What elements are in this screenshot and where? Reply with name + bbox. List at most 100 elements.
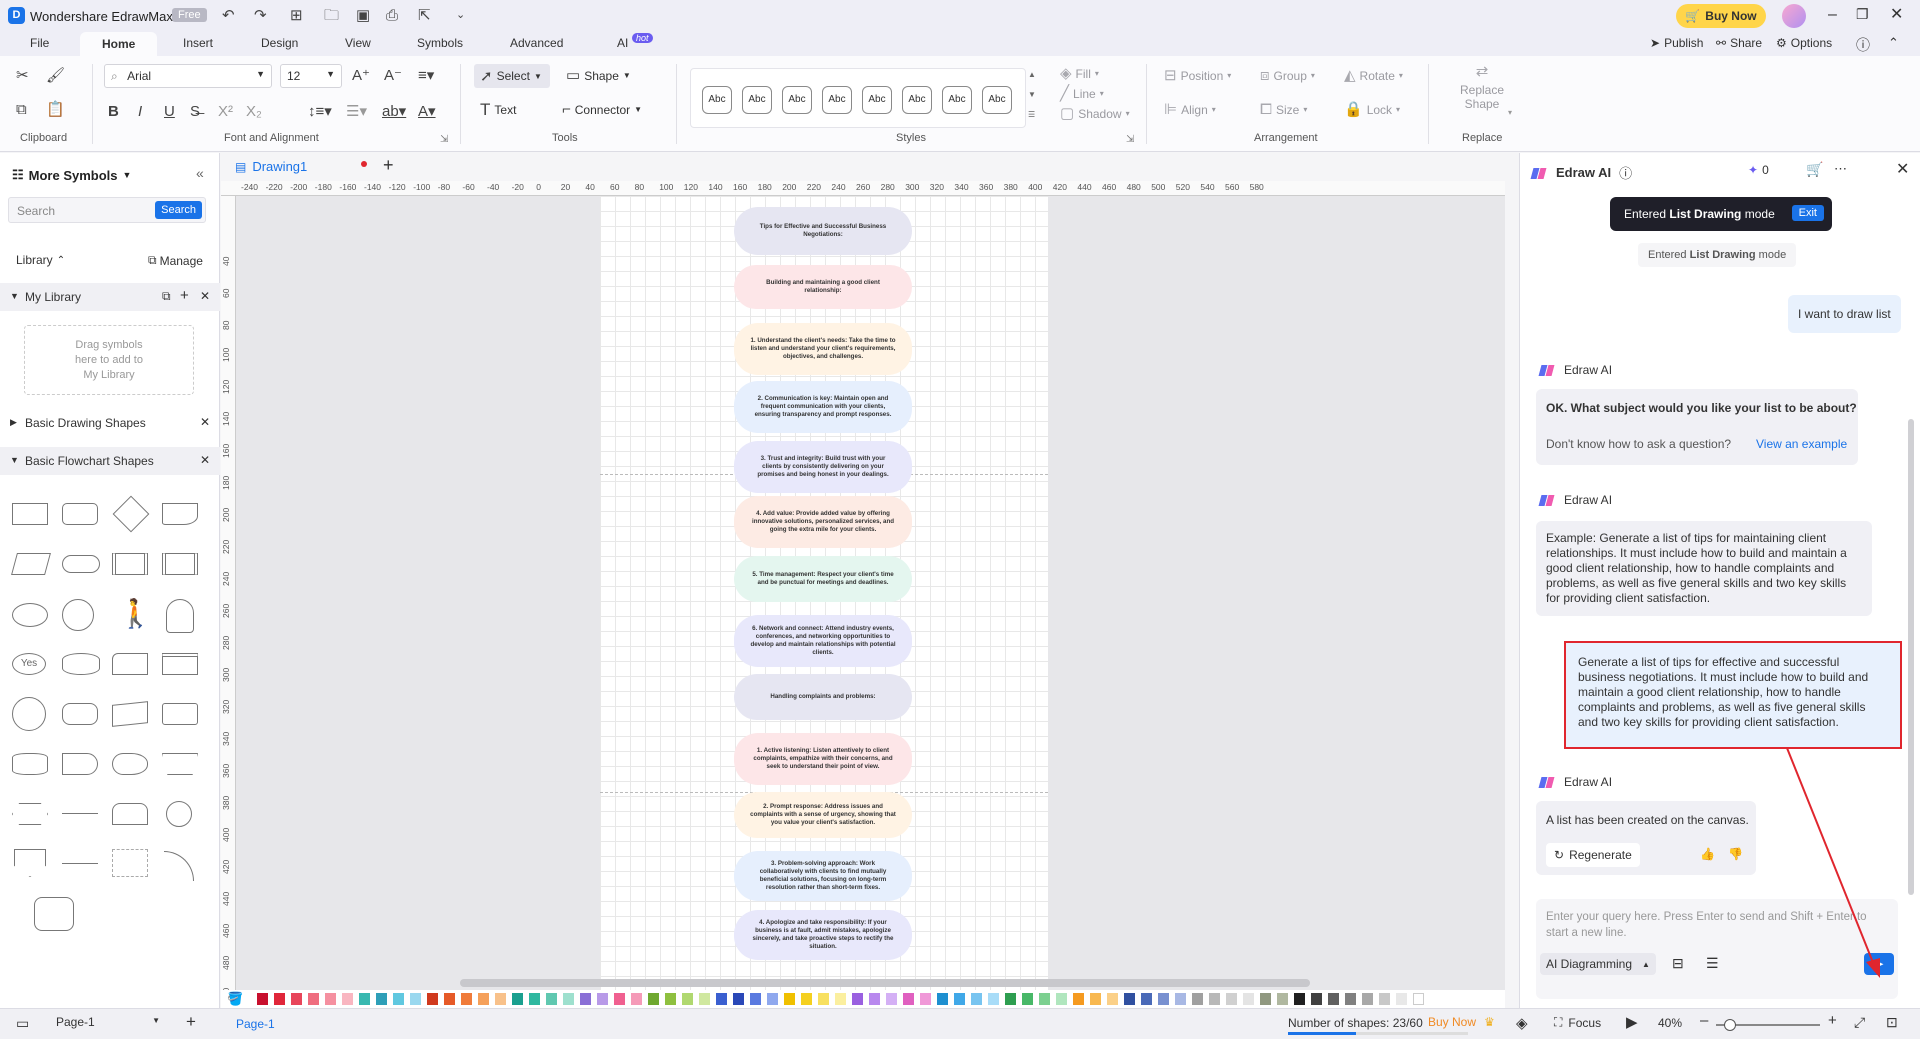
style-preset-7[interactable]: Abc <box>942 86 972 114</box>
replace-shape-button[interactable]: ⇄ Replace Shape <box>1444 64 1520 111</box>
position-button[interactable]: ⊟ Position ▾ <box>1164 68 1231 83</box>
color-swatch[interactable] <box>529 993 540 1005</box>
connector-tool[interactable]: ⌐ Connector ▼ <box>562 102 642 117</box>
shape-tool[interactable]: ▭ Shape ▼ <box>566 68 631 83</box>
my-library-dropzone[interactable]: Drag symbols here to add to My Library <box>24 325 194 395</box>
format-painter-icon[interactable]: 🖌 <box>46 68 65 83</box>
paste-icon[interactable]: 📋 <box>46 102 65 117</box>
export-icon[interactable]: ⇱ <box>418 8 431 23</box>
basic-drawing-shapes-header[interactable]: ▶ Basic Drawing Shapes ✕ <box>0 409 220 437</box>
styles-dialog-launcher-icon[interactable]: ⇲ <box>1126 134 1134 145</box>
on-page-reference-shape[interactable] <box>12 697 46 731</box>
print-icon[interactable]: ⎙ <box>386 8 398 23</box>
options-button[interactable]: ⚙ Options <box>1776 36 1832 50</box>
stored-data-shape[interactable] <box>62 703 98 725</box>
color-swatch[interactable] <box>1328 993 1339 1005</box>
zoom-slider-thumb[interactable] <box>1724 1019 1736 1031</box>
color-swatch[interactable] <box>359 993 370 1005</box>
library-header[interactable]: Library ⌃ <box>16 253 65 267</box>
list-node[interactable]: Building and maintaining a good client r… <box>734 265 912 309</box>
color-swatch[interactable] <box>597 993 608 1005</box>
lock-button[interactable]: 🔒 Lock ▾ <box>1344 102 1400 117</box>
tape-shape[interactable] <box>12 753 48 775</box>
delay-shape[interactable] <box>62 753 98 775</box>
document-tab[interactable]: ▤ Drawing1 <box>235 159 307 174</box>
color-swatch[interactable] <box>1192 993 1203 1005</box>
ai-credits[interactable]: ✦ 0 <box>1748 163 1769 177</box>
circle-shape[interactable] <box>62 599 94 631</box>
color-swatch[interactable] <box>274 993 285 1005</box>
color-swatch[interactable] <box>1209 993 1220 1005</box>
copy-icon[interactable]: ⧉ <box>16 102 27 117</box>
list-node[interactable]: Tips for Effective and Successful Busine… <box>734 207 912 255</box>
rectangle-shape[interactable] <box>162 703 198 725</box>
color-swatch[interactable] <box>1073 993 1084 1005</box>
decision-shape[interactable] <box>112 495 150 533</box>
shadow-button[interactable]: ▢ Shadow ▾ <box>1060 106 1130 121</box>
save-icon[interactable]: ▣ <box>356 8 370 23</box>
color-swatch[interactable] <box>852 993 863 1005</box>
color-swatch[interactable] <box>716 993 727 1005</box>
color-swatch[interactable] <box>733 993 744 1005</box>
font-size-select[interactable]: 12 ▼ <box>280 64 342 88</box>
color-swatch[interactable] <box>903 993 914 1005</box>
list-node[interactable]: 2. Prompt response: Address issues and c… <box>734 792 912 838</box>
color-swatch[interactable] <box>1090 993 1101 1005</box>
page-tab[interactable]: Page-1 <box>236 1017 275 1031</box>
color-swatch[interactable] <box>376 993 387 1005</box>
color-swatch[interactable] <box>699 993 710 1005</box>
import-icon[interactable]: ⧉ <box>162 289 171 304</box>
rounded-process-shape[interactable] <box>62 503 98 525</box>
fullscreen-icon[interactable]: ⊡ <box>1886 1014 1898 1031</box>
symbol-search-input[interactable]: Search Search <box>8 197 206 223</box>
line-shape[interactable] <box>62 813 98 814</box>
flow-arrow-shape[interactable] <box>62 863 98 864</box>
list-node[interactable]: 5. Time management: Respect your client'… <box>734 556 912 602</box>
connector-circle-shape[interactable] <box>166 801 192 827</box>
customize-quick-access-icon[interactable]: ⌄ <box>456 8 465 23</box>
color-swatch[interactable] <box>1226 993 1237 1005</box>
select-tool[interactable]: ➚ Select ▼ <box>474 64 550 88</box>
color-swatch[interactable] <box>886 993 897 1005</box>
thumbs-up-icon[interactable]: 👍 <box>1700 847 1715 861</box>
zoom-in-icon[interactable]: + <box>1828 1012 1837 1029</box>
styles-scroll-down-icon[interactable]: ▼ <box>1028 90 1036 99</box>
color-swatch[interactable] <box>801 993 812 1005</box>
color-swatch[interactable] <box>1294 993 1305 1005</box>
new-tab-icon[interactable]: + <box>383 155 394 176</box>
share-button[interactable]: ⚯ Share <box>1716 36 1762 50</box>
color-swatch[interactable] <box>563 993 574 1005</box>
off-page-reference-shape[interactable] <box>14 849 46 877</box>
color-swatch[interactable] <box>869 993 880 1005</box>
close-window-icon[interactable]: ✕ <box>1890 4 1903 24</box>
color-swatch[interactable] <box>1124 993 1135 1005</box>
list-node[interactable]: 3. Problem-solving approach: Work collab… <box>734 851 912 901</box>
fit-page-icon[interactable]: ⤢ <box>1854 1014 1865 1031</box>
italic-icon[interactable]: I <box>138 104 142 119</box>
color-swatch[interactable] <box>750 993 761 1005</box>
list-node[interactable]: 6. Network and connect: Attend industry … <box>734 615 912 667</box>
my-library-header[interactable]: ▼ My Library ⧉ + ✕ <box>0 283 220 311</box>
highlight-icon[interactable]: ab▾ <box>382 104 406 119</box>
document-shape[interactable] <box>162 503 198 525</box>
terminator-shape[interactable] <box>62 555 100 573</box>
color-swatch[interactable] <box>665 993 676 1005</box>
size-button[interactable]: ⧠ Size ▾ <box>1260 102 1307 117</box>
manage-button[interactable]: ⧉ Manage <box>148 253 203 268</box>
color-swatch[interactable] <box>1277 993 1288 1005</box>
subscript-icon[interactable]: X₂ <box>246 104 262 119</box>
new-icon[interactable]: ⊞ <box>290 8 303 23</box>
page-select[interactable]: Page-1 ▼ <box>56 1015 160 1029</box>
close-panel-icon[interactable]: ✕ <box>1896 159 1909 179</box>
color-swatch[interactable] <box>1311 993 1322 1005</box>
list-node[interactable]: 1. Understand the client's needs: Take t… <box>734 323 912 375</box>
data-shape[interactable] <box>11 553 51 575</box>
fill-bucket-icon[interactable]: 🪣 <box>227 991 243 1007</box>
font-dialog-launcher-icon[interactable]: ⇲ <box>440 134 448 145</box>
color-swatch[interactable] <box>410 993 421 1005</box>
style-preset-4[interactable]: Abc <box>822 86 852 114</box>
color-swatch[interactable] <box>920 993 931 1005</box>
more-symbols-button[interactable]: ☷ More Symbols ▼ <box>12 167 131 183</box>
zoom-out-icon[interactable]: – <box>1700 1012 1708 1029</box>
color-swatch[interactable] <box>1158 993 1169 1005</box>
